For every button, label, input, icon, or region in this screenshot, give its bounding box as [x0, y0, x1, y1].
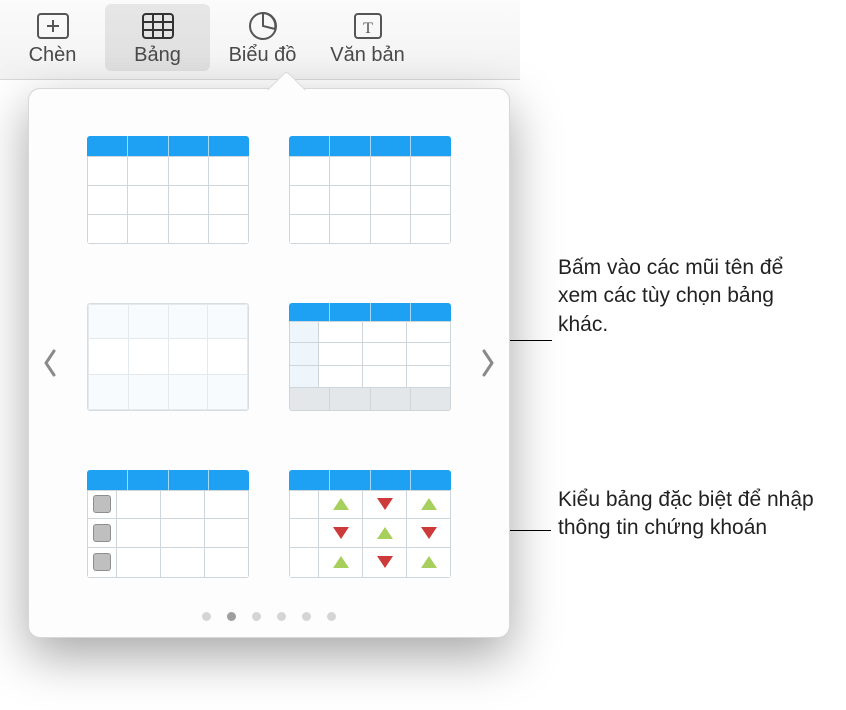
toolbar-label: Bảng	[134, 44, 181, 67]
toolbar-item-table[interactable]: Bảng	[105, 4, 210, 71]
toolbar-label: Chèn	[29, 44, 77, 67]
triangle-up-icon	[333, 556, 349, 568]
table-style-plain-no-header[interactable]	[87, 303, 249, 411]
triangle-down-icon	[377, 556, 393, 568]
checkbox-icon	[93, 495, 111, 513]
checkbox-icon	[93, 524, 111, 542]
triangle-up-icon	[377, 527, 393, 539]
table-style-row-header-footer[interactable]	[289, 303, 451, 411]
table-style-checkboxes[interactable]	[87, 470, 249, 578]
table-style-header-only[interactable]	[289, 136, 451, 244]
page-dot[interactable]	[252, 612, 261, 621]
callout-arrows: Bấm vào các mũi tên để xem các tùy chọn …	[558, 254, 828, 339]
triangle-up-icon	[421, 556, 437, 568]
page-dot[interactable]	[302, 612, 311, 621]
triangle-down-icon	[421, 527, 437, 539]
toolbar-label: Biểu đồ	[229, 44, 297, 67]
triangle-up-icon	[421, 498, 437, 510]
page-dot[interactable]	[227, 612, 236, 621]
table-icon	[138, 8, 178, 44]
toolbar-label: Văn bản	[330, 44, 405, 67]
insert-icon	[33, 8, 73, 44]
chart-icon	[243, 8, 283, 44]
chevron-left-icon	[42, 349, 58, 377]
chevron-right-icon	[480, 349, 496, 377]
next-page-arrow[interactable]	[473, 333, 503, 393]
table-styles-popover	[28, 88, 510, 638]
callout-text: Kiểu bảng đặc biệt để nhập thông tin chứ…	[558, 488, 814, 539]
toolbar-item-text[interactable]: T Văn bản	[315, 4, 420, 71]
triangle-up-icon	[333, 498, 349, 510]
toolbar-item-chart[interactable]: Biểu đồ	[210, 4, 315, 71]
triangle-down-icon	[377, 498, 393, 510]
table-style-basic-lines[interactable]	[87, 136, 249, 244]
page-dot[interactable]	[277, 612, 286, 621]
toolbar-item-insert[interactable]: Chèn	[0, 4, 105, 71]
page-dots	[29, 612, 509, 621]
table-style-stocks[interactable]	[289, 470, 451, 578]
callout-stocks: Kiểu bảng đặc biệt để nhập thông tin chứ…	[558, 486, 828, 543]
svg-text:T: T	[363, 20, 373, 37]
page-dot[interactable]	[202, 612, 211, 621]
page-dot[interactable]	[327, 612, 336, 621]
prev-page-arrow[interactable]	[35, 333, 65, 393]
triangle-down-icon	[333, 527, 349, 539]
checkbox-icon	[93, 553, 111, 571]
text-icon: T	[348, 8, 388, 44]
table-styles-grid	[87, 131, 451, 583]
callout-text: Bấm vào các mũi tên để xem các tùy chọn …	[558, 256, 783, 336]
toolbar: Chèn Bảng Biểu đồ T Văn bản	[0, 0, 520, 80]
